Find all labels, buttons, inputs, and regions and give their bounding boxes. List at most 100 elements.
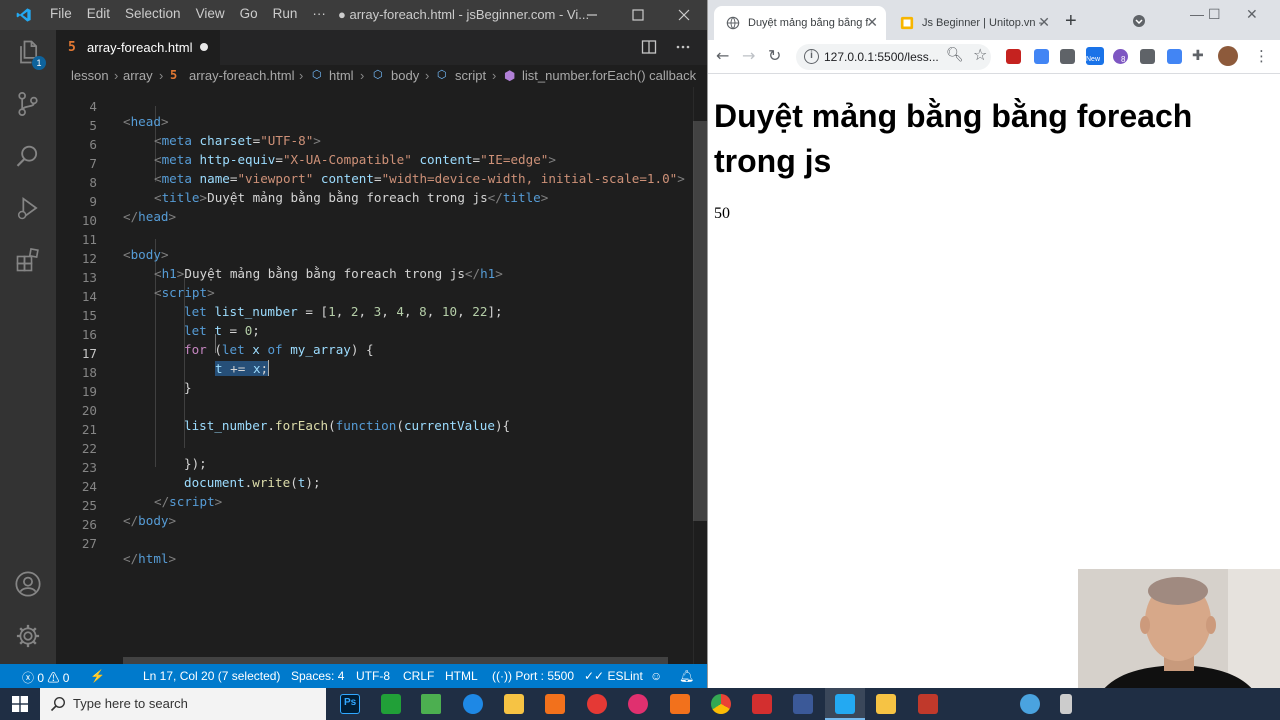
app-blue-icon[interactable] [463,694,483,714]
search-icon [50,696,66,712]
vscode-icon[interactable] [835,694,855,714]
close-button[interactable] [661,0,707,30]
globe-icon [726,16,740,30]
close-icon[interactable]: ✕ [1246,6,1258,23]
eslint-status[interactable]: ✓✓ ESLint [584,669,643,683]
zoom-icon[interactable]: 🔍︎ [946,47,964,63]
extensions-button[interactable] [14,246,44,276]
code-line: 16 for (let x of my_array) { [56,310,707,357]
sticky-notes-icon[interactable] [876,694,896,714]
breadcrumb-script[interactable]: script [455,68,486,83]
app-red-x-icon[interactable] [752,694,772,714]
vertical-scrollbar[interactable] [693,87,707,664]
chrome-tab-title: Js Beginner | Unitop.vn - G [922,17,1042,29]
language-mode[interactable]: HTML [445,669,478,683]
feedback-icon[interactable]: ☺ [650,669,662,683]
menu-more[interactable]: ··· [312,6,326,21]
extensions-puzzle-icon[interactable]: ✚ [1192,48,1204,64]
breadcrumb-array[interactable]: array [123,68,153,83]
jsbeginner-favicon-icon [900,16,914,30]
live-server-port[interactable]: ((·)) Port : 5500 [492,669,574,683]
minimize-button[interactable] [569,0,615,30]
tab-search-icon[interactable] [1132,14,1146,31]
translate-icon[interactable] [1167,49,1182,64]
close-tab-icon[interactable]: ✕ [1038,14,1050,31]
explorer-button[interactable]: 1 [14,38,46,70]
menu-edit[interactable]: Edit [87,6,110,21]
menu-file[interactable]: File [50,6,72,21]
menu-view[interactable]: View [196,6,225,21]
photoshop-icon[interactable]: Ps [340,694,360,714]
extension-dark-icon[interactable] [1140,49,1155,64]
menu-go[interactable]: Go [240,6,258,21]
horizontal-scrollbar[interactable] [123,657,668,664]
breadcrumb-lesson[interactable]: lesson [71,68,109,83]
code-line: 15 let t = 0; [56,291,707,338]
manage-button[interactable] [14,622,44,652]
cursor-position[interactable]: Ln 17, Col 20 (7 selected) [143,669,280,683]
chrome-tab[interactable]: Js Beginner | Unitop.vn - G ✕ [888,6,1058,40]
extension-red-icon[interactable] [1006,49,1021,64]
split-editor-icon[interactable] [641,39,657,55]
tray-icon[interactable] [1060,694,1072,714]
forward-arrow-icon[interactable]: → [742,46,755,65]
xampp-icon-2[interactable] [670,694,690,714]
tab-array-foreach-html[interactable]: 5 array-foreach.html [56,30,220,65]
more-actions-icon[interactable] [675,39,691,55]
media-player-icon[interactable] [793,694,813,714]
eol-setting[interactable]: CRLF [403,669,434,683]
windows-start-icon[interactable] [12,696,28,712]
site-info-icon[interactable]: i [804,49,819,64]
extension-blue-icon[interactable] [1034,49,1049,64]
run-debug-button[interactable] [14,194,44,224]
scrollbar-thumb[interactable] [693,121,707,521]
app-pink-icon[interactable] [628,694,648,714]
avatar[interactable] [1218,46,1238,66]
menu-run[interactable]: Run [273,6,298,21]
extension-gear-icon[interactable]: 8 [1113,49,1128,64]
extensions-icon [16,247,39,272]
help-icon[interactable] [1020,694,1040,714]
indentation-setting[interactable]: Spaces: 4 [291,669,344,683]
camtasia-green-icon[interactable] [381,694,401,714]
notepad-icon[interactable] [421,694,441,714]
extension-code-icon[interactable] [1060,49,1075,64]
source-control-button[interactable] [14,90,44,120]
code-editor[interactable]: 4 <head> 5 <meta charset="UTF-8"> 6 <met… [56,87,707,664]
chrome-menu-icon[interactable]: ⋮ [1254,47,1269,65]
minimize-icon[interactable]: — [1190,6,1204,22]
file-explorer-icon[interactable] [504,694,524,714]
accounts-button[interactable] [14,570,44,600]
camtasia-icon[interactable] [918,694,938,714]
unsaved-dot-icon[interactable] [200,43,208,51]
code-line: 14 let list_number = [1, 2, 3, 4, 8, 10,… [56,272,707,319]
maximize-button[interactable] [615,0,661,30]
problems-indicator[interactable]: ⓧ 0 ⚠ 0 [22,669,69,686]
taskbar-search-box[interactable]: Type here to search [40,688,326,720]
breadcrumb-callback[interactable]: list_number.forEach() callback [522,68,696,83]
url-text[interactable]: 127.0.0.1:5500/less... [824,50,939,64]
bookmark-star-icon[interactable]: ☆ [973,45,987,64]
chrome-tab-active[interactable]: Duyệt mảng bằng bằng fo ✕ [714,6,886,40]
live-share-icon[interactable]: ⚡ [90,669,105,683]
menu-selection[interactable]: Selection [125,6,181,21]
breadcrumb-html[interactable]: html [329,68,354,83]
maximize-icon[interactable]: ☐ [1208,6,1221,23]
close-tab-icon[interactable]: ✕ [866,14,878,31]
account-icon [15,571,41,597]
breadcrumb-separator-icon: › [360,68,365,83]
breadcrumb-body[interactable]: body [391,68,419,83]
code-line: 21 [56,405,707,437]
search-button[interactable] [14,142,44,172]
reload-icon[interactable]: ↻ [768,46,781,65]
back-arrow-icon[interactable]: ← [716,46,729,65]
breadcrumb-file[interactable]: array-foreach.html [189,68,294,83]
encoding-setting[interactable]: UTF-8 [356,669,390,683]
xampp-icon[interactable] [545,694,565,714]
new-tab-plus-icon[interactable]: + [1065,10,1077,33]
tomato-icon[interactable] [587,694,607,714]
chrome-icon[interactable] [711,694,731,714]
notifications-bell-icon[interactable]: 🔔︎ [679,669,694,683]
code-line: 18 } [56,348,707,395]
extension-new-icon[interactable]: New [1086,47,1104,65]
